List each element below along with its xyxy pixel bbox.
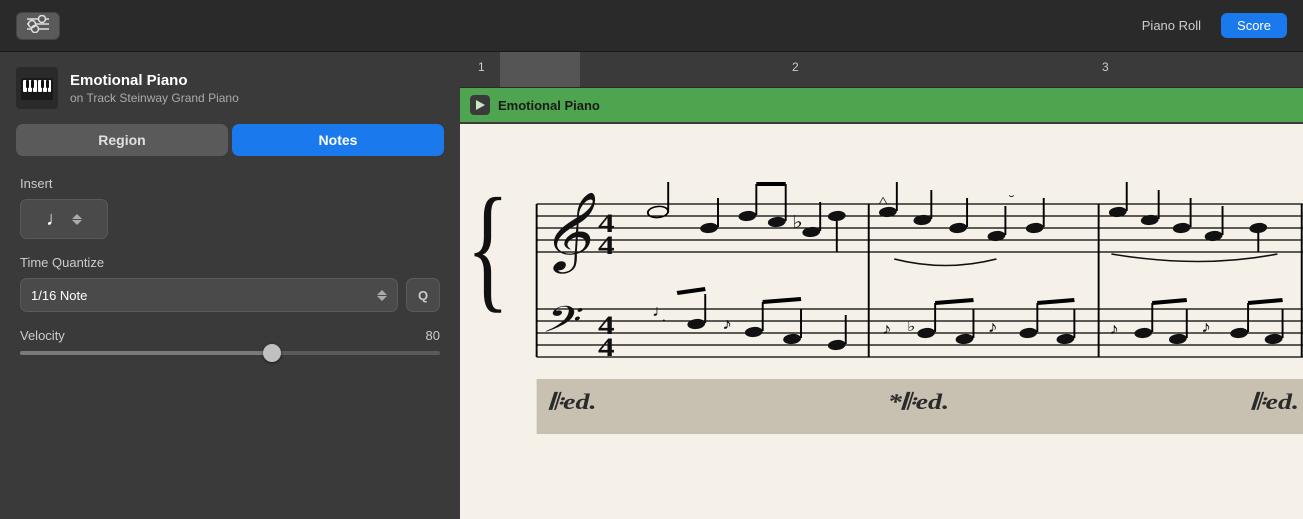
top-bar-left [16,12,60,40]
svg-text:♪: ♪ [1201,318,1211,335]
timeline-bar: 1 2 3 [460,52,1303,88]
svg-text:*𝄆ed.: *𝄆ed. [888,391,949,415]
track-info: Emotional Piano on Track Steinway Grand … [0,52,460,124]
velocity-header: Velocity 80 [20,328,440,343]
svg-text:4: 4 [598,231,615,260]
svg-text:.: . [662,311,666,325]
score-button[interactable]: Score [1221,13,1287,38]
smart-controls-icon [27,15,49,36]
velocity-value: 80 [426,328,440,343]
top-bar: Piano Roll Score [0,0,1303,52]
velocity-section: Velocity 80 [20,328,440,355]
svg-text:♭: ♭ [792,213,803,232]
svg-text:♭: ♭ [907,320,915,335]
score-notation-svg: { 𝄞 𝄢 4 4 4 4 [460,124,1303,444]
playhead-indicator [500,52,580,87]
app-container: Piano Roll Score [0,0,1303,519]
main-content: Emotional Piano on Track Steinway Grand … [0,52,1303,519]
note-stepper[interactable] [72,214,82,225]
svg-text:𝄆ed.: 𝄆ed. [548,391,596,415]
velocity-slider-thumb[interactable] [263,344,281,362]
timeline-marker-1: 1 [478,52,485,74]
track-text: Emotional Piano on Track Steinway Grand … [70,72,239,105]
time-quantize-label: Time Quantize [20,255,440,270]
left-panel: Emotional Piano on Track Steinway Grand … [0,52,460,519]
insert-label: Insert [20,176,440,191]
svg-text:♪: ♪ [882,320,892,337]
velocity-slider-fill [20,351,272,355]
region-title: Emotional Piano [498,98,600,113]
region-tab[interactable]: Region [16,124,228,156]
svg-text:♪: ♪ [722,315,732,332]
note-stepper-up[interactable] [72,214,82,219]
svg-text:{: { [466,170,509,325]
svg-text:𝄢: 𝄢 [539,300,584,349]
track-subtitle: on Track Steinway Grand Piano [70,91,239,105]
insert-section: Insert ♩ [20,176,440,239]
top-bar-right: Piano Roll Score [1126,13,1287,38]
quantize-stepper-down[interactable] [377,296,387,301]
score-area: { 𝄞 𝄢 4 4 4 4 [460,124,1303,519]
note-stepper-down[interactable] [72,220,82,225]
smart-controls-button[interactable] [16,12,60,40]
quantize-arrows[interactable] [377,290,387,301]
region-play-icon[interactable] [470,95,490,115]
score-region-header: Emotional Piano [460,88,1303,124]
velocity-slider-track[interactable] [20,351,440,355]
timeline-marker-3: 3 [1102,52,1109,74]
svg-text:˘: ˘ [1008,194,1015,207]
svg-text:𝄆ed.: 𝄆ed. [1251,391,1299,415]
quantize-button[interactable]: Q [406,278,440,312]
quantize-stepper-up[interactable] [377,290,387,295]
region-notes-toggle: Region Notes [0,124,460,168]
svg-text:♪: ♪ [1109,320,1119,337]
piano-roll-button[interactable]: Piano Roll [1126,13,1217,38]
piano-instrument-icon [19,70,55,106]
note-symbol: ♩ [46,208,66,231]
notes-tab[interactable]: Notes [232,124,444,156]
svg-text:♪: ♪ [988,318,998,335]
controls-area: Insert ♩ Time Quantize 1/16 Note [0,168,460,519]
quantize-row: 1/16 Note Q [20,278,440,312]
timeline-marker-2: 2 [792,52,799,74]
velocity-label: Velocity [20,328,65,343]
svg-text:𝄞: 𝄞 [539,192,596,274]
svg-text:4: 4 [598,333,615,362]
note-picker[interactable]: ♩ [20,199,108,239]
time-quantize-section: Time Quantize 1/16 Note Q [20,255,440,312]
quantize-select[interactable]: 1/16 Note [20,278,398,312]
right-panel: 1 2 3 Emotional Piano [460,52,1303,519]
piano-icon [16,67,58,109]
quantize-value: 1/16 Note [31,288,87,303]
track-name: Emotional Piano [70,72,239,89]
